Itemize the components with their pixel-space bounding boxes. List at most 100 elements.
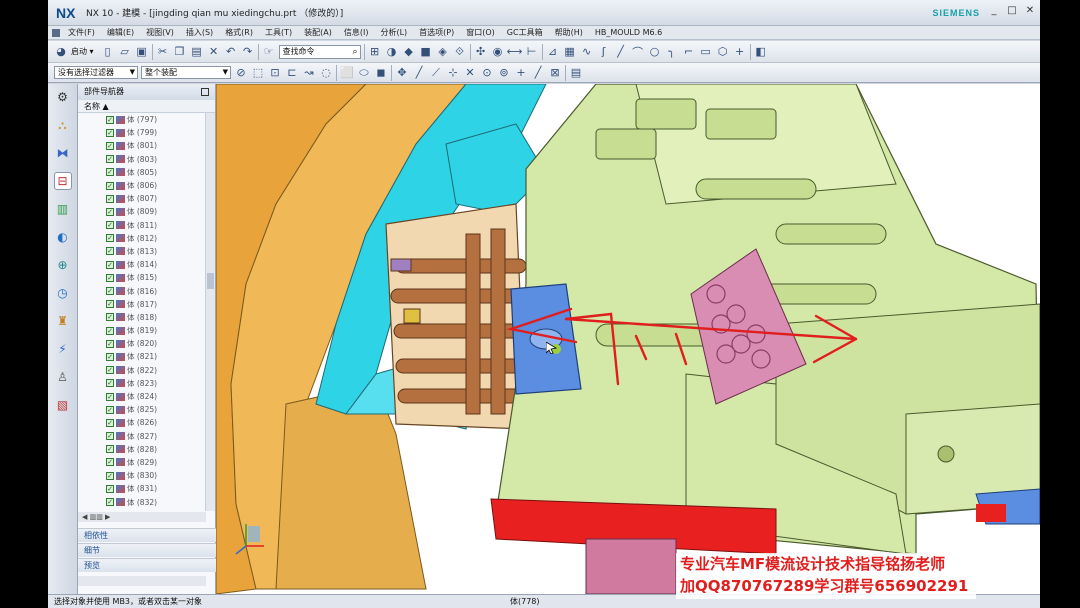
constraint-navigator-icon[interactable]: ⧓ (54, 144, 72, 162)
face-select-icon[interactable]: ◼ (374, 66, 388, 80)
navigator-vertical-scrollbar[interactable] (205, 113, 215, 511)
delete-icon[interactable]: ✕ (207, 45, 221, 59)
menu-icon[interactable] (52, 28, 60, 37)
visibility-checkbox[interactable]: ✓ (106, 392, 114, 401)
visibility-checkbox[interactable]: ✓ (106, 260, 114, 269)
navigator-row[interactable]: ✓ 体 (817) (78, 298, 206, 311)
new-icon[interactable]: ▯ (101, 45, 115, 59)
menu-assemblies[interactable]: 装配(A) (298, 27, 338, 38)
profile-icon[interactable]: ʃ (597, 45, 611, 59)
navigator-row[interactable]: ✓ 体 (807) (78, 192, 206, 205)
cube-view-icon[interactable]: ◧ (754, 45, 768, 59)
circle-icon[interactable]: ○ (648, 45, 662, 59)
start-icon[interactable]: ◕ (54, 45, 68, 59)
navigator-row[interactable]: ✓ 体 (823) (78, 377, 206, 390)
save-icon[interactable]: ▣ (135, 45, 149, 59)
select-all-icon[interactable]: ⬚ (251, 66, 265, 80)
mould-wizard-icon[interactable]: ▧ (54, 396, 72, 414)
body-select-icon[interactable]: ⬭ (357, 66, 371, 80)
navigator-row[interactable]: ✓ 体 (824) (78, 390, 206, 403)
close-icon[interactable]: ✕ (1024, 5, 1036, 17)
menu-edit[interactable]: 编辑(E) (101, 27, 140, 38)
visibility-checkbox[interactable]: ✓ (106, 432, 114, 441)
restore-icon[interactable]: □ (1006, 5, 1018, 17)
navigator-row[interactable]: ✓ 体 (805) (78, 166, 206, 179)
snap-endpoint-icon[interactable]: ✥ (395, 66, 409, 80)
snap-control-icon[interactable]: ⊹ (446, 66, 460, 80)
dimension-icon[interactable]: ⟷ (507, 45, 523, 59)
visibility-checkbox[interactable]: ✓ (106, 445, 114, 454)
grid-icon[interactable]: ▦ (563, 45, 577, 59)
snap-view-icon[interactable]: ✣ (474, 45, 488, 59)
visibility-checkbox[interactable]: ✓ (106, 484, 114, 493)
rectangle-select-icon[interactable]: ⬜ (340, 66, 354, 80)
menu-window[interactable]: 窗口(O) (460, 27, 501, 38)
visibility-checkbox[interactable]: ✓ (106, 273, 114, 282)
navigator-row[interactable]: ✓ 体 (816) (78, 284, 206, 297)
navigator-row[interactable]: ✓ 体 (801) (78, 139, 206, 152)
visibility-checkbox[interactable]: ✓ (106, 498, 114, 507)
visibility-checkbox[interactable]: ✓ (106, 379, 114, 388)
visibility-checkbox[interactable]: ✓ (106, 141, 114, 150)
menu-view[interactable]: 视图(V) (140, 27, 180, 38)
clock-icon[interactable]: ◷ (54, 284, 72, 302)
navigator-row[interactable]: ✓ 体 (799) (78, 126, 206, 139)
assembly-navigator-icon[interactable]: ⛬ (54, 116, 72, 134)
rule-icon[interactable]: ↝ (302, 66, 316, 80)
minimize-icon[interactable]: _ (988, 5, 1000, 17)
navigator-column-header[interactable]: 名称 ▲ (78, 100, 215, 113)
visibility-checkbox[interactable]: ✓ (106, 194, 114, 203)
arc-icon[interactable]: ⌒ (631, 45, 645, 59)
line-icon[interactable]: ╱ (614, 45, 628, 59)
navigator-row[interactable]: ✓ 体 (803) (78, 153, 206, 166)
visibility-checkbox[interactable]: ✓ (106, 458, 114, 467)
visibility-checkbox[interactable]: ✓ (106, 366, 114, 375)
snap-midpoint-icon[interactable]: ⟋ (429, 66, 443, 80)
panel-details[interactable]: 细节 (78, 543, 216, 557)
measure-icon[interactable]: ⊢ (525, 45, 539, 59)
panel-scrollbar[interactable] (78, 576, 206, 586)
visibility-checkbox[interactable]: ✓ (106, 300, 114, 309)
fit-icon[interactable]: ⊞ (368, 45, 382, 59)
visibility-checkbox[interactable]: ✓ (106, 181, 114, 190)
visibility-checkbox[interactable]: ✓ (106, 471, 114, 480)
pin-icon[interactable] (201, 88, 209, 96)
navigator-row[interactable]: ✓ 体 (821) (78, 350, 206, 363)
navigator-row[interactable]: ✓ 体 (814) (78, 258, 206, 271)
navigator-row[interactable]: ✓ 体 (832) (78, 495, 206, 508)
menu-help[interactable]: 帮助(H) (549, 27, 589, 38)
visibility-checkbox[interactable]: ✓ (106, 313, 114, 322)
menu-file[interactable]: 文件(F) (62, 27, 101, 38)
navigator-row[interactable]: ✓ 体 (813) (78, 245, 206, 258)
navigator-row[interactable]: ✓ 体 (797) (78, 113, 206, 126)
navigator-row[interactable]: ✓ 体 (830) (78, 469, 206, 482)
snap-quadrant-icon[interactable]: ⊚ (497, 66, 511, 80)
feature-select-icon[interactable]: ⊏ (285, 66, 299, 80)
visibility-checkbox[interactable]: ✓ (106, 115, 114, 124)
paste-icon[interactable]: ▤ (190, 45, 204, 59)
polygon-icon[interactable]: ⬡ (716, 45, 730, 59)
navigator-row[interactable]: ✓ 体 (812) (78, 232, 206, 245)
chamfer-icon[interactable]: ⌐ (682, 45, 696, 59)
snap-intersection-icon[interactable]: ✕ (463, 66, 477, 80)
menu-analysis[interactable]: 分析(L) (374, 27, 413, 38)
copy-icon[interactable]: ❐ (173, 45, 187, 59)
visibility-checkbox[interactable]: ✓ (106, 418, 114, 427)
clipboard-icon[interactable]: ▤ (569, 66, 583, 80)
navigator-row[interactable]: ✓ 体 (819) (78, 324, 206, 337)
type-filter-select[interactable]: 没有选择过滤器 ▼ (54, 66, 138, 79)
panel-preview[interactable]: 预览 (78, 558, 216, 572)
reuse-library-icon[interactable]: ▥ (54, 200, 72, 218)
lasso-icon[interactable]: ◌ (319, 66, 333, 80)
visibility-checkbox[interactable]: ✓ (106, 221, 114, 230)
navigator-row[interactable]: ✓ 体 (820) (78, 337, 206, 350)
visibility-checkbox[interactable]: ✓ (106, 405, 114, 414)
render-style-icon[interactable]: ◆ (402, 45, 416, 59)
system-materials-icon[interactable]: ♜ (54, 312, 72, 330)
menu-gc-toolkit[interactable]: GC工具箱 (501, 27, 549, 38)
snap-center-icon[interactable]: ⊙ (480, 66, 494, 80)
part-navigator-icon[interactable]: ⊟ (53, 172, 72, 190)
command-search-input[interactable]: 查找命令 ⌕ (278, 44, 361, 59)
scrollbar-thumb[interactable] (207, 273, 214, 289)
navigator-row[interactable]: ✓ 体 (809) (78, 205, 206, 218)
